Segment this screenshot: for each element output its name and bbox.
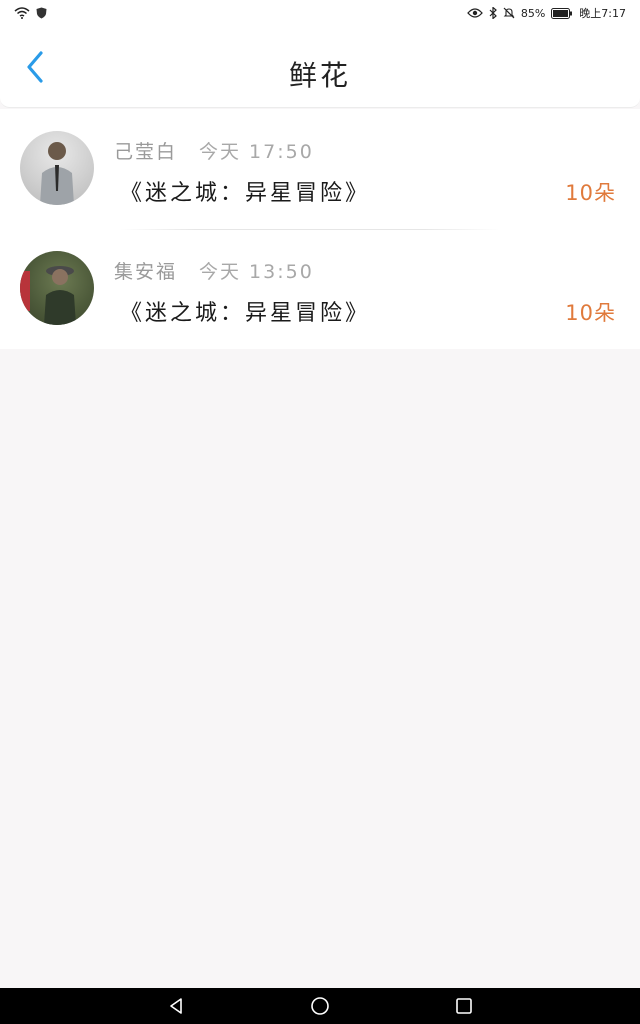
flower-amount: 10朵: [565, 181, 616, 205]
avatar[interactable]: [20, 131, 94, 205]
battery-percent: 85%: [520, 6, 546, 20]
status-right: 85% 晚上7:17: [466, 5, 626, 21]
triangle-back-icon: [170, 998, 182, 1014]
shield-icon: [36, 7, 47, 19]
nav-home-button[interactable]: [308, 994, 332, 1018]
nav-recents-button[interactable]: [452, 994, 476, 1018]
send-time: 今天 13:50: [199, 261, 314, 283]
person-icon: [20, 266, 76, 325]
sender-name: 集安福: [114, 261, 178, 283]
flower-amount: 10朵: [565, 301, 616, 325]
book-title: 《迷之城：异星冒险》: [120, 301, 371, 326]
eye-icon: [466, 8, 483, 18]
sender-line: 己莹白 今天 17:50: [114, 137, 314, 164]
page-title: 鲜花: [288, 59, 351, 92]
status-time: 晚上7:17: [579, 7, 626, 20]
send-time: 今天 17:50: [199, 141, 314, 163]
list-item[interactable]: 己莹白 今天 17:50 《迷之城：异星冒险》 10朵: [0, 109, 640, 229]
book-title: 《迷之城：异星冒险》: [120, 181, 371, 206]
nav-back-button[interactable]: [164, 994, 188, 1018]
battery-icon: [551, 7, 573, 19]
avatar[interactable]: [20, 251, 94, 325]
circle-home-icon: [311, 997, 329, 1015]
bluetooth-icon: [489, 7, 497, 19]
system-nav-bar: [0, 988, 640, 1024]
person-icon: [40, 142, 74, 205]
sender-line: 集安福 今天 13:50: [114, 257, 314, 284]
app-header: 鲜花: [0, 26, 640, 108]
sender-name: 己莹白: [114, 141, 178, 163]
mute-bell-icon: [503, 7, 515, 19]
list-item[interactable]: 集安福 今天 13:50 《迷之城：异星冒险》 10朵: [0, 229, 640, 349]
square-recents-icon: [456, 998, 472, 1014]
wifi-icon: [14, 7, 30, 19]
status-left: [14, 7, 47, 19]
status-bar: 85% 晚上7:17: [0, 0, 640, 26]
flower-record-list: 己莹白 今天 17:50 《迷之城：异星冒险》 10朵 集安福 今天 13:50…: [0, 109, 640, 349]
